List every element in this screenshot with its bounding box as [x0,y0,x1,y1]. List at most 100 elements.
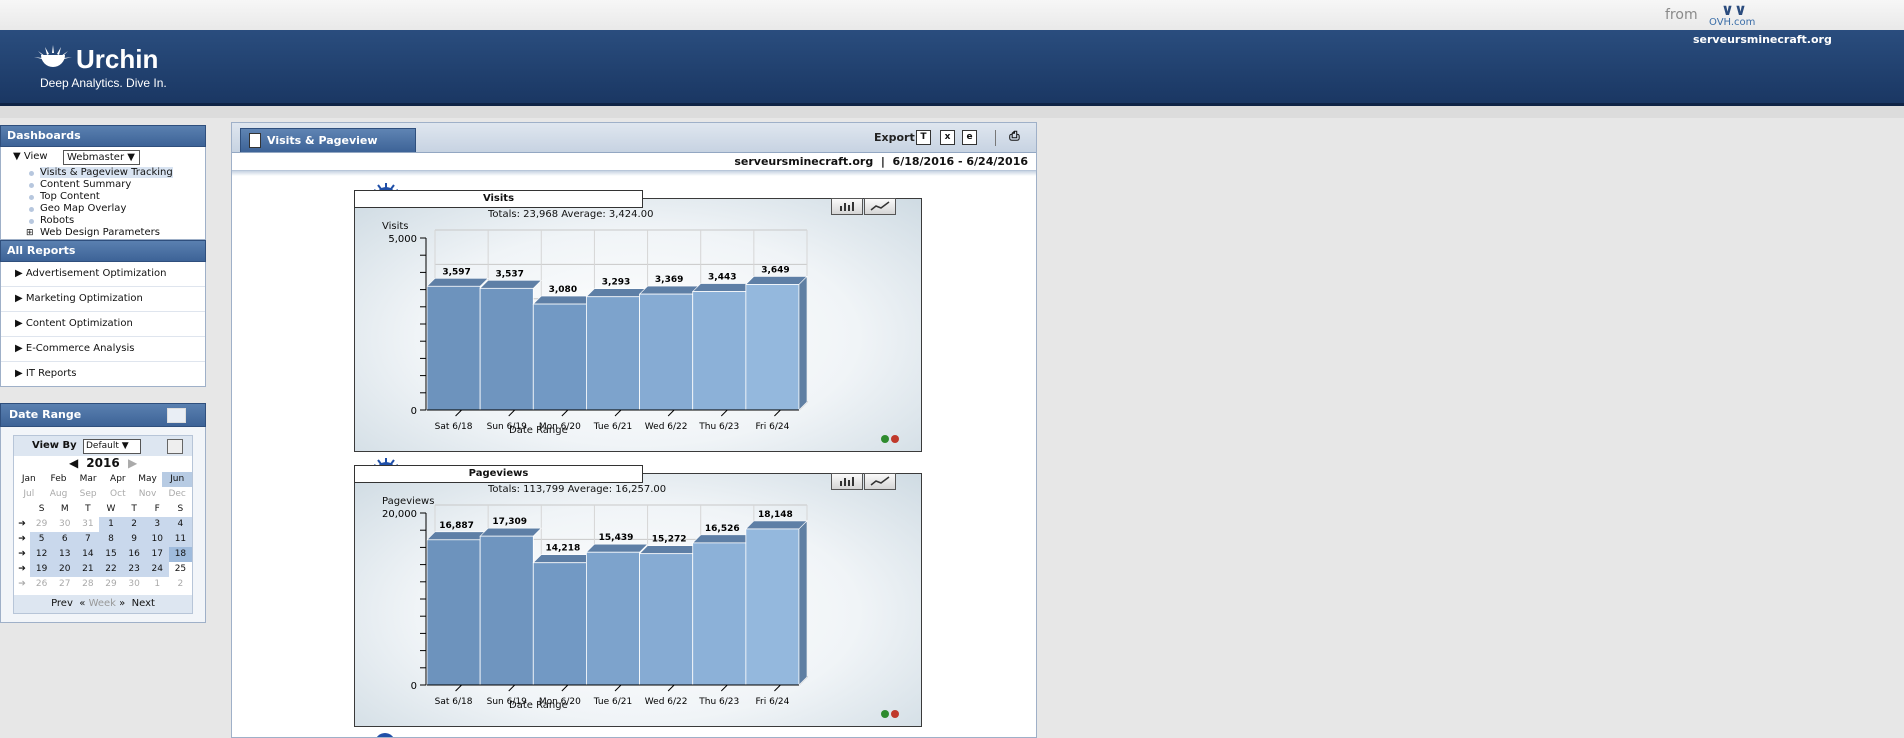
select-week-arrow-icon[interactable]: ➔ [14,562,30,577]
prev-week-icon[interactable]: « [79,598,85,609]
day-cell[interactable]: 25 [169,562,192,577]
dashboard-item-label: Top Content [40,191,100,202]
dashboard-item[interactable]: Geo Map Overlay [1,203,205,215]
calendar-picker-icon[interactable] [167,439,183,454]
month-cell[interactable]: Jan [14,472,44,487]
ovh-logo[interactable]: ∨∨ OVH.com [1708,0,1758,30]
month-cell[interactable]: Feb [44,472,74,487]
bar-top [532,295,596,305]
select-week-arrow-icon[interactable]: ➔ [14,577,30,592]
x-tick [774,684,781,692]
year-label: 2016 [86,456,120,470]
day-cell[interactable]: 21 [76,562,100,577]
all-reports-header[interactable]: All Reports [0,240,206,262]
report-item[interactable]: ▶ IT Reports [1,362,205,386]
data-label: 15,439 [599,533,634,543]
dashboard-item[interactable]: ⊞ Web Design Parameters [1,227,205,239]
dashboard-item[interactable]: Robots [1,215,205,227]
bar [532,562,587,686]
select-week-arrow-icon[interactable]: ➔ [14,532,30,547]
next-year-arrow-icon[interactable]: ▶ [128,456,137,470]
day-cell[interactable]: 9 [122,532,146,547]
day-cell[interactable]: 26 [30,577,53,592]
next-link[interactable]: Next [132,598,155,609]
view-select[interactable]: Webmaster ▼ [63,150,140,165]
month-cell[interactable]: Apr [103,472,133,487]
day-cell[interactable]: 29 [30,517,53,532]
data-label: 14,218 [545,544,580,554]
day-cell[interactable]: 2 [169,577,192,592]
select-week-arrow-icon[interactable]: ➔ [14,547,30,562]
day-cell[interactable]: 22 [99,562,123,577]
prev-year-arrow-icon[interactable]: ◀ [69,456,78,470]
print-icon[interactable]: ⎙ [1008,130,1021,143]
report-item[interactable]: ▶ Marketing Optimization [1,287,205,312]
x-tick-label: Fri 6/24 [756,422,790,432]
day-cell[interactable]: 11 [168,532,192,547]
day-cell[interactable]: 7 [76,532,100,547]
dashboards-box: ▼ View Webmaster ▼ Visits & Pageview Tra… [0,147,206,240]
view-by-select[interactable]: Default ▼ [83,439,141,454]
day-cell[interactable]: 15 [99,547,123,562]
month-cell[interactable]: Mar [73,472,103,487]
bar-top [691,534,755,544]
export-excel-icon[interactable]: e [962,130,977,145]
day-cell[interactable]: 12 [30,547,54,562]
day-cell[interactable]: 5 [30,532,54,547]
report-item[interactable]: ▶ Content Optimization [1,312,205,337]
day-cell[interactable]: 14 [76,547,100,562]
day-cell[interactable]: 10 [145,532,169,547]
day-cell[interactable]: 13 [53,547,77,562]
data-label: 16,887 [439,521,474,531]
export-xml-icon[interactable]: x [940,130,955,145]
day-cell[interactable]: 24 [145,562,169,577]
day-cell[interactable]: 3 [145,517,169,532]
day-cell[interactable]: 19 [30,562,54,577]
dashboard-item[interactable]: Content Summary [1,179,205,191]
day-cell[interactable]: 17 [145,547,169,562]
prev-link[interactable]: Prev [51,598,73,609]
bar [586,551,640,686]
bar-top [638,545,702,554]
next-week-icon[interactable]: » [119,598,125,609]
day-cell[interactable]: 4 [168,517,192,532]
day-cell[interactable]: 6 [53,532,77,547]
dashboard-item[interactable]: Visits & Pageview Tracking [1,167,205,179]
x-tick [508,409,516,417]
day-cell[interactable]: 1 [99,517,123,532]
report-item[interactable]: ▶ E-Commerce Analysis [1,337,205,362]
x-tick [561,409,569,417]
report-tab[interactable]: Visits & Pageview Tracking [240,128,416,170]
calendar-icon[interactable] [167,408,186,423]
day-cell[interactable]: 8 [99,532,123,547]
day-cell[interactable]: 30 [123,577,146,592]
day-cell[interactable]: 1 [146,577,169,592]
dashboards-header[interactable]: Dashboards [0,125,206,147]
bar-top [585,288,649,298]
view-toggle[interactable]: ▼ View [13,151,48,162]
day-cell[interactable]: 29 [99,577,122,592]
bar-top [479,280,543,289]
x-tick [455,409,462,417]
logo-tagline: Deep Analytics. Dive In. [40,76,167,90]
green-dot-icon [881,435,889,443]
report-item[interactable]: ▶ Advertisement Optimization [1,262,205,287]
data-label: 3,080 [549,285,577,295]
day-cell[interactable]: 20 [53,562,77,577]
day-cell[interactable]: 30 [53,517,76,532]
day-cell[interactable]: 31 [76,517,99,532]
bar [586,296,640,411]
export-text-icon[interactable]: T [916,130,931,145]
dashboard-item[interactable]: Top Content [1,191,205,203]
day-cell[interactable]: 28 [76,577,99,592]
expand-plus-icon[interactable]: ⊞ [26,227,34,239]
x-tick [455,684,462,692]
day-cell[interactable]: 23 [122,562,146,577]
day-cell[interactable]: 2 [122,517,146,532]
month-cell[interactable]: Jun [162,472,192,487]
day-cell[interactable]: 16 [122,547,146,562]
month-cell[interactable]: May [133,472,163,487]
day-cell[interactable]: 27 [53,577,76,592]
select-week-arrow-icon[interactable]: ➔ [14,517,30,532]
day-cell[interactable]: 18 [168,547,192,562]
